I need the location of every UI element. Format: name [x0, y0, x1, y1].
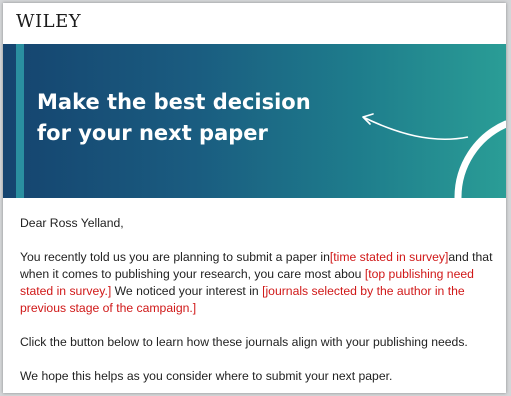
- placeholder-need: [top publishing need: [361, 267, 474, 281]
- placeholder-need-cont: stated in survey.]: [20, 284, 112, 298]
- greeting: Dear Ross Yelland,: [20, 216, 124, 230]
- intro-text: You recently told us you are planning to…: [20, 250, 330, 264]
- intro-text: when it comes to publishing your researc…: [20, 267, 362, 281]
- wiley-logo: WILEY: [16, 11, 82, 32]
- intro-line-1: You recently told us you are planning to…: [20, 249, 502, 266]
- email-frame: WILEY Make the best decision for your ne…: [3, 3, 506, 393]
- placeholder-journals: [journals selected by the author in the: [262, 284, 465, 298]
- hero-banner: Make the best decision for your next pap…: [3, 44, 506, 198]
- intro-text: We noticed your interest in: [111, 284, 263, 298]
- paragraph-cta: Click the button below to learn how thes…: [20, 335, 468, 349]
- email-body: Dear Ross Yelland, You recently told us …: [20, 215, 502, 385]
- intro-text: and that: [448, 250, 493, 264]
- banner-title: Make the best decision for your next pap…: [37, 87, 357, 149]
- intro-line-4: previous stage of the campaign.]: [20, 300, 502, 317]
- banner-title-line2: for your next paper: [37, 121, 268, 145]
- placeholder-time: [time stated in survey]: [329, 250, 449, 264]
- intro-line-2: when it comes to publishing your researc…: [20, 266, 502, 283]
- paragraph-intro: You recently told us you are planning to…: [20, 249, 502, 317]
- banner-title-line1: Make the best decision: [37, 90, 311, 114]
- paragraph-closing: We hope this helps as you consider where…: [20, 369, 393, 383]
- intro-line-3: stated in survey.] We noticed your inter…: [20, 283, 502, 300]
- placeholder-journals-cont: previous stage of the campaign.]: [20, 301, 197, 315]
